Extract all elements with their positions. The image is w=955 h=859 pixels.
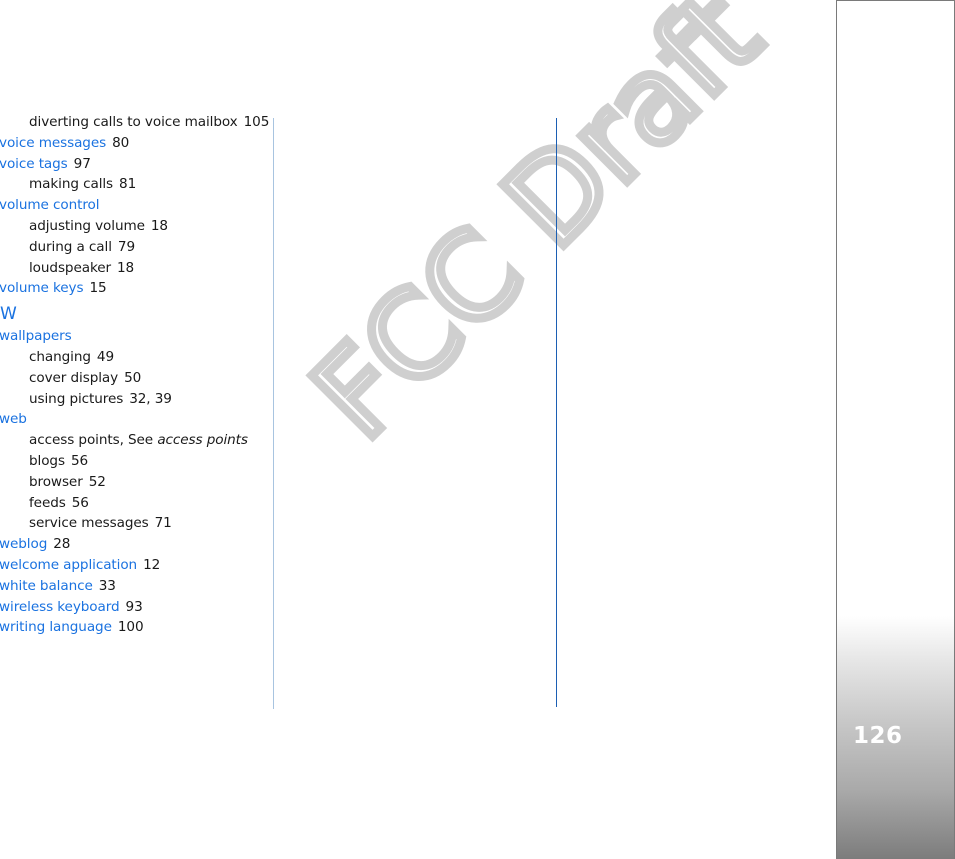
- index-page-ref[interactable]: 56: [72, 495, 89, 511]
- index-entry-welcome-application: welcome application 12: [0, 555, 269, 576]
- index-term[interactable]: white balance: [0, 578, 93, 594]
- index-entry-white-balance: white balance 33: [0, 576, 269, 597]
- index-term: loudspeaker: [29, 259, 111, 276]
- index-entry-web: web: [0, 409, 269, 430]
- index-entry-voice-messages: voice messages 80: [0, 133, 269, 154]
- index-entry-weblog: weblog 28: [0, 534, 269, 555]
- index-page-ref[interactable]: 28: [53, 536, 70, 552]
- index-entry-voice-tags: voice tags 97: [0, 154, 269, 175]
- index-page-ref[interactable]: 18: [117, 260, 134, 276]
- index-page-ref[interactable]: 18: [151, 218, 168, 234]
- index-entry-writing-language: writing language 100: [0, 617, 269, 638]
- index-entry-wireless-keyboard: wireless keyboard 93: [0, 597, 269, 618]
- index-entry-loudspeaker: loudspeaker 18: [0, 258, 269, 279]
- index-entry-feeds: feeds 56: [0, 493, 269, 514]
- index-term[interactable]: weblog: [0, 536, 47, 552]
- index-term: adjusting volume: [29, 217, 145, 234]
- index-term[interactable]: wireless keyboard: [0, 599, 120, 615]
- index-term: during a call: [29, 238, 112, 255]
- index-page-ref[interactable]: 12: [143, 557, 160, 573]
- index-page-ref[interactable]: 56: [71, 453, 88, 469]
- index-term: changing: [29, 348, 91, 365]
- index-term[interactable]: volume control: [0, 197, 100, 213]
- draft-watermark: FCC Draft: [282, 0, 790, 469]
- index-entry-cover-display: cover display 50: [0, 368, 269, 389]
- index-term: blogs: [29, 452, 65, 469]
- index-entry-using-pictures: using pictures 32, 39: [0, 389, 269, 410]
- index-entry-volume-control: volume control: [0, 195, 269, 216]
- index-column: diverting calls to voice mailbox 105 voic…: [0, 112, 269, 638]
- index-page-ref[interactable]: 50: [124, 370, 141, 386]
- index-page-ref[interactable]: 15: [89, 280, 106, 296]
- index-term[interactable]: web: [0, 411, 27, 427]
- index-entry-wallpapers: wallpapers: [0, 326, 269, 347]
- index-term[interactable]: volume keys: [0, 280, 84, 296]
- index-entry-volume-keys: volume keys 15: [0, 278, 269, 299]
- index-term[interactable]: writing language: [0, 619, 112, 635]
- index-entry-blogs: blogs 56: [0, 451, 269, 472]
- index-page-ref[interactable]: 49: [97, 349, 114, 365]
- index-page-ref[interactable]: 100: [118, 619, 144, 635]
- index-entry-during-a-call: during a call 79: [0, 237, 269, 258]
- page-number: 126: [853, 723, 903, 749]
- index-term[interactable]: voice messages: [0, 135, 106, 151]
- index-entry-making-calls: making calls 81: [0, 174, 269, 195]
- index-term: access points, See: [29, 432, 154, 449]
- index-page-ref[interactable]: 97: [74, 156, 91, 172]
- index-page-ref[interactable]: 105: [244, 114, 270, 130]
- index-entry-access-points: access points, See access points: [0, 430, 269, 451]
- index-term: making calls: [29, 176, 114, 193]
- index-page-ref[interactable]: 80: [112, 135, 129, 151]
- index-entry-changing: changing 49: [0, 347, 269, 368]
- column-divider-right: [556, 118, 557, 707]
- index-page-ref[interactable]: 81: [119, 176, 136, 192]
- column-divider-left: [273, 118, 274, 709]
- index-page-ref[interactable]: 33: [99, 578, 116, 594]
- index-entry-browser: browser 52: [0, 472, 269, 493]
- page-side-tab: 126: [836, 0, 955, 859]
- see-reference[interactable]: access points: [157, 432, 248, 448]
- index-entry-diverting-calls: diverting calls to voice mailbox 105: [0, 112, 269, 133]
- index-page-ref[interactable]: 52: [89, 474, 106, 490]
- index-term: browser: [29, 473, 83, 490]
- index-term: feeds: [29, 494, 66, 511]
- index-term: service messages: [29, 515, 149, 532]
- index-term[interactable]: wallpapers: [0, 328, 72, 344]
- index-term: diverting calls to voice mailbox: [29, 114, 238, 130]
- index-page-ref[interactable]: 93: [126, 599, 143, 615]
- index-page-ref[interactable]: 71: [155, 515, 172, 531]
- index-term: using pictures: [29, 390, 124, 407]
- index-term[interactable]: voice tags: [0, 156, 68, 172]
- section-letter-w: W: [0, 304, 17, 325]
- index-term: cover display: [29, 369, 119, 386]
- index-entry-service-messages: service messages 71: [0, 513, 269, 534]
- index-page-ref[interactable]: 79: [118, 239, 135, 255]
- index-entry-adjusting-volume: adjusting volume 18: [0, 216, 269, 237]
- index-page-ref[interactable]: 32, 39: [129, 391, 172, 407]
- index-term[interactable]: welcome application: [0, 557, 137, 573]
